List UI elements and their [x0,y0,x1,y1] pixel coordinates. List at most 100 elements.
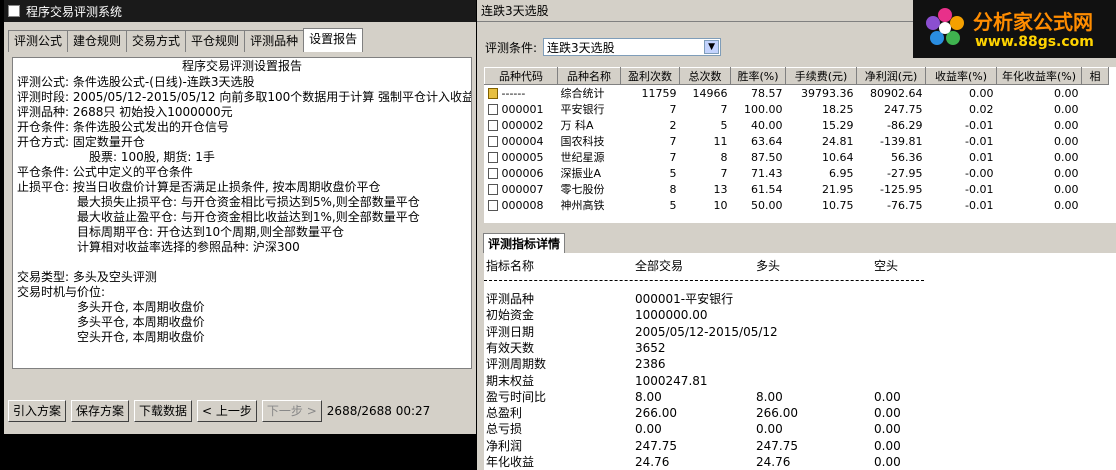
cell-value: 5 [621,165,680,181]
next-step-button[interactable]: 下一步 > [261,400,322,422]
cell-value: 8 [680,149,731,165]
cell-name: 世纪星源 [558,149,621,165]
cell-value: 8 [621,181,680,197]
tab-trade-mode[interactable]: 交易方式 [126,30,187,52]
cell-value: 5 [680,117,731,133]
cell-name: 平安银行 [558,101,621,117]
cell-value: 87.50 [731,149,786,165]
cell-text: 国农科技 [560,135,605,148]
report-line: 计算相对收益率选择的参照品种: 沪深300 [77,240,300,254]
chevron-down-icon[interactable]: ▼ [704,40,720,54]
download-data-button[interactable]: 下载数据 [134,400,193,422]
detail-metric-value: 3652 [635,340,666,355]
progress-status: 2688/2688 00:27 [326,404,431,418]
table-row[interactable]: 000006 深振业A 5 7 71.43 6.95 -27.95 -0.00 0.00 [485,165,1109,181]
detail-metric-value: 0.00 [874,406,901,421]
table-row[interactable]: 000002 万 科A 2 5 40.00 15.29 -86.29 -0.01 0.00 [485,117,1109,133]
cell-text: 0.02 [969,102,994,116]
left-titlebar[interactable]: 程序交易评测系统 [4,0,476,22]
cell-value: 0.00 [926,85,997,102]
col-fee[interactable]: 手续费(元) [785,67,857,85]
cell-text: 深振业A [560,167,602,180]
logo-url: www.88gs.com [975,34,1094,50]
tab-instruments[interactable]: 评测品种 [244,30,305,52]
cell-text: ------ [501,86,526,100]
detail-panel[interactable]: 指标名称 全部交易 多头 空头 评测品种 000001-平安银行 初始资金 10000… [484,253,1116,470]
save-plan-button[interactable]: 保存方案 [71,400,130,422]
settings-report[interactable]: 程序交易评测设置报告 评测公式: 条件选股公式-(日线)-连跌3天选股 评测时段… [12,57,472,369]
tab-close-rules[interactable]: 平仓规则 [185,30,246,52]
filter-select[interactable]: 连跌3天选股 ▼ [543,38,722,56]
tab-report[interactable]: 设置报告 [303,28,364,52]
report-line: 评测时段: 2005/05/12-2015/05/12 向前多取100个数据用于… [17,90,472,104]
col-winrate[interactable]: 胜率(%) [730,67,786,85]
col-wins[interactable]: 盈利次数 [620,67,680,85]
col-name[interactable]: 品种名称 [557,67,621,85]
cell-code: 000001 [485,101,558,117]
cell-text: -0.01 [965,118,994,132]
cell-text: 11759 [641,86,677,100]
report-line: 交易时机与价位: [17,285,106,299]
col-profit[interactable]: 净利润(元) [856,67,926,85]
report-title: 程序交易评测设置报告 [181,59,302,73]
window-icon [8,5,20,17]
cell-text: -27.95 [887,166,923,180]
cell-value: 78.57 [731,85,786,102]
prev-step-button[interactable]: < 上一步 [197,400,257,422]
cell-text: 000005 [501,150,544,164]
detail-metric-name: 评测日期 [486,324,535,339]
detail-metric-name: 评测品种 [486,292,535,306]
report-line: 最大收益止盈平仓: 与开仓资金相比收益达到1%,则全部数量平仓 [77,210,420,224]
cell-text: 000007 [501,182,544,196]
cell-text: 2 [669,118,677,132]
col-relative[interactable]: 相 [1081,67,1109,85]
cell-value: 39793.36 [786,85,857,102]
table-row[interactable]: 000007 零七股份 8 13 61.54 21.95 -125.95 -0.01 0.00 [485,181,1109,197]
col-annual-return[interactable]: 年化收益率(%) [996,67,1082,85]
cell-name: 万 科A [558,117,621,133]
table-row[interactable]: ------ 综合统计 11759 14966 78.57 39793.36 80902.6… [485,85,1109,102]
cell-text: 0.00 [1054,102,1079,116]
results-table[interactable]: 品种代码 品种名称 盈利次数 总次数 胜率(%) 手续费(元) 净利润(元) 收… [484,67,1116,223]
import-plan-button[interactable]: 引入方案 [8,400,67,422]
table-row[interactable]: 000008 神州高铁 5 10 50.00 10.75 -76.75 -0.01 0.00 [485,197,1109,213]
cell-value: 61.54 [731,181,786,197]
document-icon [487,152,498,163]
cell-text: -86.29 [887,118,923,132]
cell-value: 0.00 [997,101,1082,117]
table-row[interactable]: 000001 平安银行 7 7 100.00 18.25 247.75 0.02 0.00 [485,101,1109,117]
cell-text: -0.01 [965,134,994,148]
cell-value: 13 [680,181,731,197]
col-code[interactable]: 品种代码 [484,67,558,85]
cell-text: -76.75 [887,198,923,212]
cell-code: 000006 [485,165,558,181]
report-line: 开仓方式: 固定数量开仓 [17,135,145,149]
tab-detail[interactable]: 评测指标详情 [483,233,566,253]
cell-value: 100.00 [731,101,786,117]
cell-value: 50.00 [731,197,786,213]
left-window-title: 程序交易评测系统 [26,4,123,19]
cell-text: 71.43 [751,166,783,180]
cell-text: 平安银行 [560,103,605,116]
cell-value: 0.00 [997,165,1082,181]
table-row[interactable]: 000004 国农科技 7 11 63.64 24.81 -139.81 -0.01 0.00 [485,133,1109,149]
cell-text: -0.01 [965,198,994,212]
table-row[interactable]: 000005 世纪星源 7 8 87.50 10.64 56.36 0.01 0.00 [485,149,1109,165]
cell-text: 10.64 [822,150,854,164]
cell-value: 40.00 [731,117,786,133]
cell-text: 5 [669,198,677,212]
cell-text: 7 [669,102,677,116]
document-icon [487,136,498,147]
report-line: 评测品种: 2688只 初始投入1000000元 [17,105,233,119]
col-total[interactable]: 总次数 [679,67,731,85]
col-return[interactable]: 收益率(%) [925,67,997,85]
tab-open-rules[interactable]: 建仓规则 [67,30,128,52]
detail-metric-value: 0.00 [874,422,901,437]
cell-value: 10 [680,197,731,213]
report-line: 目标周期平仓: 开仓达到10个周期,则全部数量平仓 [77,225,344,239]
filter-row: 评测条件: 连跌3天选股 ▼ [485,38,722,56]
cell-value: -0.01 [926,181,997,197]
cell-name: 神州高铁 [558,197,621,213]
tab-formula[interactable]: 评测公式 [8,30,69,52]
cell-text: 40.00 [751,118,783,132]
